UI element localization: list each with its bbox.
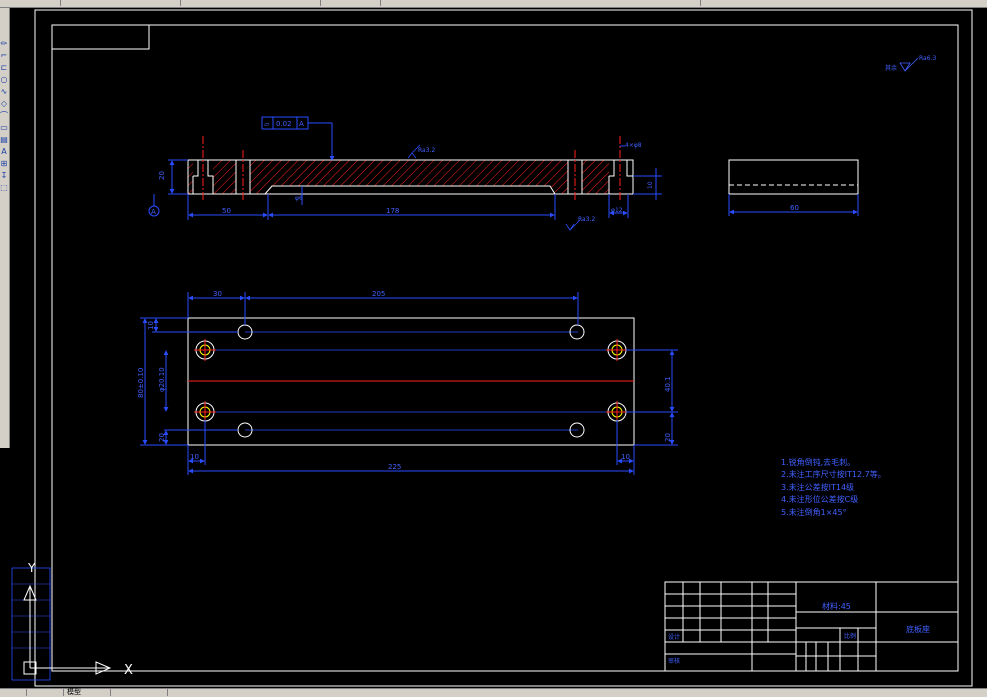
roughness-bottom: Ra3.2 [578, 216, 595, 223]
dim-pocket: φ6 [295, 195, 303, 202]
dim-height: 20 [158, 171, 166, 180]
counterbore-hole [606, 339, 628, 361]
datum-a-label: A [151, 208, 156, 216]
flatness-symbol-icon: ⏥ [264, 120, 270, 128]
section-body [187, 159, 614, 195]
technical-notes: 1.锐角倒钝,去毛刺。 2.未注工序尺寸按IT12.7等。 3.未注公差按IT1… [781, 457, 886, 517]
title-material: 材料:45 [822, 601, 851, 611]
ucs-icon [23, 584, 112, 675]
tolerance-value: 0.02 [276, 120, 292, 128]
roughness-symbol-icon [899, 57, 919, 72]
roughness-general-value: Ra6.3 [919, 55, 936, 62]
dim-right-bottom: 20 [664, 433, 672, 442]
layout-tab[interactable] [27, 689, 64, 696]
title-designer: 设计 [668, 633, 680, 641]
tech-note: 3.未注公差按IT14级 [781, 482, 854, 492]
ucs-panel [11, 567, 51, 681]
dim-middle-len: 178 [386, 207, 399, 215]
dim-left-len: 50 [222, 207, 231, 215]
dim-total-len: 225 [388, 463, 401, 471]
drawing-canvas[interactable]: 其余 Ra6.3 ⏥ 0.02 A Ra3.2 4×φ8 20 A 50 178… [0, 0, 987, 688]
counterbore-hole [606, 401, 628, 423]
plan-view: 30 205 80±0.10 10 φ20.10 20 10 225 10 40… [137, 290, 678, 475]
dim-left-edge: 10 [190, 453, 199, 461]
title-scale-label: 比例 [844, 632, 856, 640]
title-part-name: 底板座 [906, 624, 930, 634]
dim-left-height: 80±0.10 [137, 368, 145, 398]
tolerance-datum: A [299, 120, 304, 128]
chamfer-note: 4×φ8 [625, 142, 642, 149]
tech-note: 4.未注形位公差按C级 [781, 494, 858, 504]
roughness-general-prefix: 其余 [885, 64, 897, 72]
layout-tab[interactable] [111, 689, 168, 696]
dim-hole-pitch: 205 [372, 290, 385, 298]
ucs-x-label: X [124, 663, 133, 678]
counterbore-hole [194, 339, 216, 361]
dim-hole-offset: 30 [213, 290, 222, 298]
sheet-border [34, 9, 973, 687]
layout-tab-model[interactable]: 模型 [64, 689, 111, 696]
layout-tab[interactable] [0, 689, 27, 696]
dim-right-height: 40.1 [664, 376, 672, 392]
counterbore-hole [194, 401, 216, 423]
tech-note: 1.锐角倒钝,去毛刺。 [781, 457, 855, 467]
front-section-view: ⏥ 0.02 A Ra3.2 4×φ8 20 A 50 178 φ6 Ra3.2 [148, 116, 662, 231]
dim-inner-height: φ20.10 [158, 367, 166, 392]
dim-right-h: 10 [647, 181, 654, 189]
side-width-dim: 60 [790, 204, 799, 212]
side-view: 60 [728, 159, 859, 216]
dim-right-edge: 10 [621, 453, 630, 461]
dim-bottom-margin: 20 [158, 433, 166, 442]
tech-note: 5.未注倒角1×45° [781, 507, 847, 517]
corner-label-box [51, 24, 150, 50]
dim-right-len: φ12 [611, 207, 623, 214]
dim-top-margin: 10 [147, 321, 155, 330]
side-outline [728, 159, 859, 195]
title-checker: 审核 [668, 657, 680, 665]
roughness-top: Ra3.2 [418, 147, 435, 154]
tech-note: 2.未注工序尺寸按IT12.7等。 [781, 469, 886, 479]
ucs-y-label: Y [27, 561, 36, 575]
